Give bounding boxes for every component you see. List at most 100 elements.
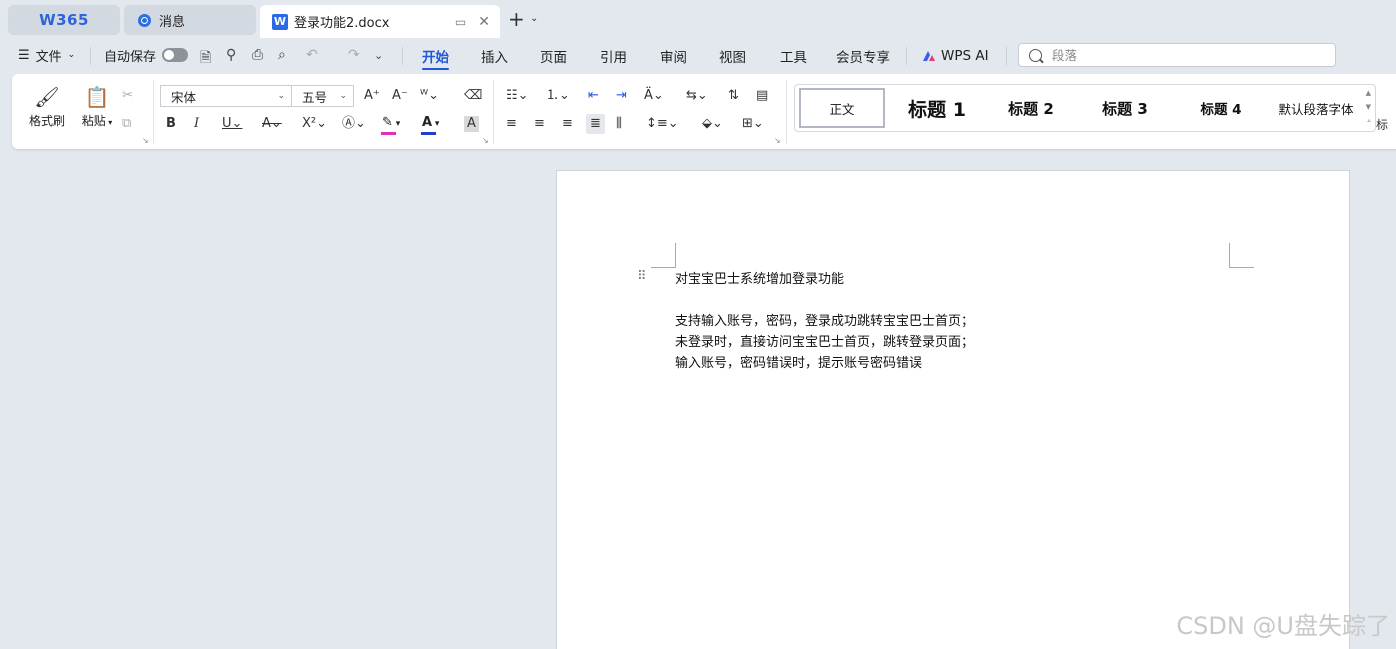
align-center-icon[interactable]: ≡ bbox=[534, 114, 545, 134]
decrease-indent-icon[interactable]: ⇤ bbox=[588, 86, 599, 106]
chevron-down-icon: ⌄ bbox=[339, 91, 347, 101]
bullets-icon[interactable]: ☷⌄ bbox=[506, 86, 529, 106]
autosave-toggle[interactable]: 自动保存 bbox=[104, 40, 189, 70]
expand-gallery-icon[interactable]: ⩡ bbox=[1367, 117, 1371, 126]
brand-tab[interactable]: W365 bbox=[8, 5, 120, 35]
redo-icon[interactable]: ↷ bbox=[348, 47, 360, 63]
tab-member[interactable]: 会员专享 bbox=[836, 40, 890, 72]
tab-page[interactable]: 页面 bbox=[540, 40, 567, 72]
monitor-icon[interactable]: ▭ bbox=[455, 15, 466, 29]
chinese-layout-icon[interactable]: Ä⌄ bbox=[644, 86, 664, 106]
tab-tools[interactable]: 工具 bbox=[780, 40, 807, 72]
document-page[interactable]: ⠿ 对宝宝巴士系统增加登录功能 支持输入账号，密码，登录成功跳转宝宝巴士首页； … bbox=[556, 170, 1350, 649]
style-heading-2[interactable]: 标题 2 bbox=[991, 85, 1071, 131]
new-tab-plus-icon[interactable]: + bbox=[508, 9, 525, 29]
drag-handle-icon[interactable]: ⠿ bbox=[637, 269, 646, 284]
font-dialog-launcher-icon[interactable]: ↘ bbox=[482, 136, 489, 145]
tab-review[interactable]: 审阅 bbox=[660, 40, 687, 72]
search-input[interactable] bbox=[1050, 46, 1314, 64]
font-name-value: 宋体 bbox=[171, 89, 197, 105]
tab-insert-label: 插入 bbox=[481, 50, 508, 66]
clipboard-dialog-launcher-icon[interactable]: ↘ bbox=[142, 136, 149, 145]
strikethrough-icon[interactable]: A⌄ bbox=[262, 114, 282, 134]
increase-font-icon[interactable]: A⁺ bbox=[364, 86, 380, 106]
toggle-switch[interactable] bbox=[162, 48, 189, 62]
scroll-down-icon[interactable]: ▼ bbox=[1366, 103, 1371, 111]
wps-ai-button[interactable]: WPS AI bbox=[922, 40, 989, 72]
doc-paragraph-title[interactable]: 对宝宝巴士系统增加登录功能 bbox=[675, 268, 844, 287]
tab-list-chevron-icon[interactable]: ⌄ bbox=[530, 13, 538, 24]
undo-icon[interactable]: ↶ bbox=[306, 47, 318, 63]
messages-label: 消息 bbox=[159, 14, 186, 30]
borders-icon[interactable]: ⊞⌄ bbox=[742, 114, 764, 134]
tab-tools-label: 工具 bbox=[780, 50, 807, 66]
style-default-paragraph-font[interactable]: 默认段落字体 bbox=[1271, 85, 1361, 131]
style-heading-1-label: 标题 1 bbox=[908, 98, 966, 121]
divider bbox=[1006, 47, 1007, 65]
scroll-up-icon[interactable]: ▲ bbox=[1366, 89, 1371, 97]
format-painter-button[interactable]: 🖌 格式刷 bbox=[24, 82, 70, 129]
justify-icon[interactable]: ≣ bbox=[586, 114, 605, 134]
clear-format-icon[interactable]: ⌫ bbox=[464, 86, 482, 106]
font-name-select[interactable]: 宋体 ⌄ bbox=[160, 85, 292, 107]
highlight-color-icon[interactable]: ✎ ▾ bbox=[381, 114, 400, 135]
font-size-select[interactable]: 五号 ⌄ bbox=[291, 85, 354, 107]
divider bbox=[402, 47, 403, 65]
shading-icon[interactable]: ⬙⌄ bbox=[702, 114, 723, 134]
divider bbox=[786, 80, 787, 144]
document-tab[interactable]: W 登录功能2.docx ▭ ✕ bbox=[260, 5, 500, 38]
copy-icon[interactable]: ⧉ bbox=[122, 114, 131, 134]
style-heading-3[interactable]: 标题 3 bbox=[1085, 85, 1165, 131]
cut-icon[interactable]: ✂ bbox=[122, 86, 133, 106]
style-default-paragraph-font-label: 默认段落字体 bbox=[1278, 101, 1354, 117]
text-direction-icon[interactable]: ⇆⌄ bbox=[686, 86, 708, 106]
tab-view[interactable]: 视图 bbox=[719, 40, 746, 72]
key-icon[interactable]: ⚲ bbox=[226, 47, 236, 63]
tab-references[interactable]: 引用 bbox=[600, 40, 627, 72]
text-effect-icon[interactable]: Ⓐ⌄ bbox=[342, 114, 366, 134]
italic-icon[interactable]: I bbox=[194, 114, 199, 134]
search-box[interactable] bbox=[1018, 43, 1336, 67]
superscript-icon[interactable]: X²⌄ bbox=[302, 114, 327, 134]
file-menu-label: 文件 bbox=[35, 49, 62, 65]
format-painter-label: 格式刷 bbox=[28, 114, 65, 128]
tab-home[interactable]: 开始 bbox=[422, 40, 449, 72]
font-color-icon[interactable]: A ▾ bbox=[421, 114, 439, 135]
crop-mark-top-right bbox=[1229, 243, 1254, 268]
paste-button[interactable]: 📋 粘贴 ▾ bbox=[72, 82, 122, 129]
underline-icon[interactable]: U⌄ bbox=[222, 114, 242, 134]
tab-stops-icon[interactable]: ▤ bbox=[756, 86, 768, 106]
phonetic-guide-icon[interactable]: ᵂ⌄ bbox=[420, 86, 439, 106]
sort-icon[interactable]: ⇅ bbox=[728, 86, 739, 106]
save-icon[interactable]: 🗎 bbox=[200, 47, 211, 71]
character-shading-icon[interactable]: A bbox=[464, 116, 479, 132]
tab-insert[interactable]: 插入 bbox=[481, 40, 508, 72]
line-spacing-icon[interactable]: ↕≡⌄ bbox=[646, 114, 679, 134]
style-heading-4[interactable]: 标题 4 bbox=[1181, 85, 1261, 131]
numbering-icon[interactable]: ⒈⌄ bbox=[546, 86, 570, 106]
divider bbox=[906, 47, 907, 65]
doc-paragraph[interactable]: 输入账号，密码错误时，提示账号密码错误 bbox=[675, 352, 922, 371]
tab-review-label: 审阅 bbox=[660, 50, 687, 66]
style-heading-3-label: 标题 3 bbox=[1102, 99, 1148, 118]
decrease-font-icon[interactable]: A⁻ bbox=[392, 86, 408, 106]
close-tab-icon[interactable]: ✕ bbox=[478, 14, 490, 30]
doc-paragraph[interactable]: 未登录时，直接访问宝宝巴士首页，跳转登录页面； bbox=[675, 331, 974, 350]
hamburger-icon: ☰ bbox=[18, 47, 30, 63]
bold-icon[interactable]: B bbox=[166, 114, 176, 134]
align-left-icon[interactable]: ≡ bbox=[506, 114, 517, 134]
distributed-icon[interactable]: ⫼ bbox=[616, 114, 622, 134]
file-menu-button[interactable]: ☰ 文件 ⌄ bbox=[18, 40, 75, 70]
increase-indent-icon[interactable]: ⇥ bbox=[616, 86, 627, 106]
style-heading-1[interactable]: 标题 1 bbox=[895, 85, 979, 131]
align-right-icon[interactable]: ≡ bbox=[562, 114, 573, 134]
doc-paragraph[interactable]: 支持输入账号，密码，登录成功跳转宝宝巴士首页； bbox=[675, 310, 974, 329]
style-normal[interactable]: 正文 bbox=[799, 88, 885, 128]
paragraph-dialog-launcher-icon[interactable]: ↘ bbox=[774, 136, 781, 145]
print-preview-icon[interactable]: ⌕ bbox=[278, 47, 286, 63]
messages-tab[interactable]: 消息 bbox=[124, 5, 256, 35]
print-icon[interactable]: ⎙ bbox=[252, 47, 263, 63]
tab-page-label: 页面 bbox=[540, 50, 567, 66]
more-chevron-icon[interactable]: ⌄ bbox=[374, 49, 383, 62]
format-painter-icon: 🖌 bbox=[34, 85, 60, 109]
